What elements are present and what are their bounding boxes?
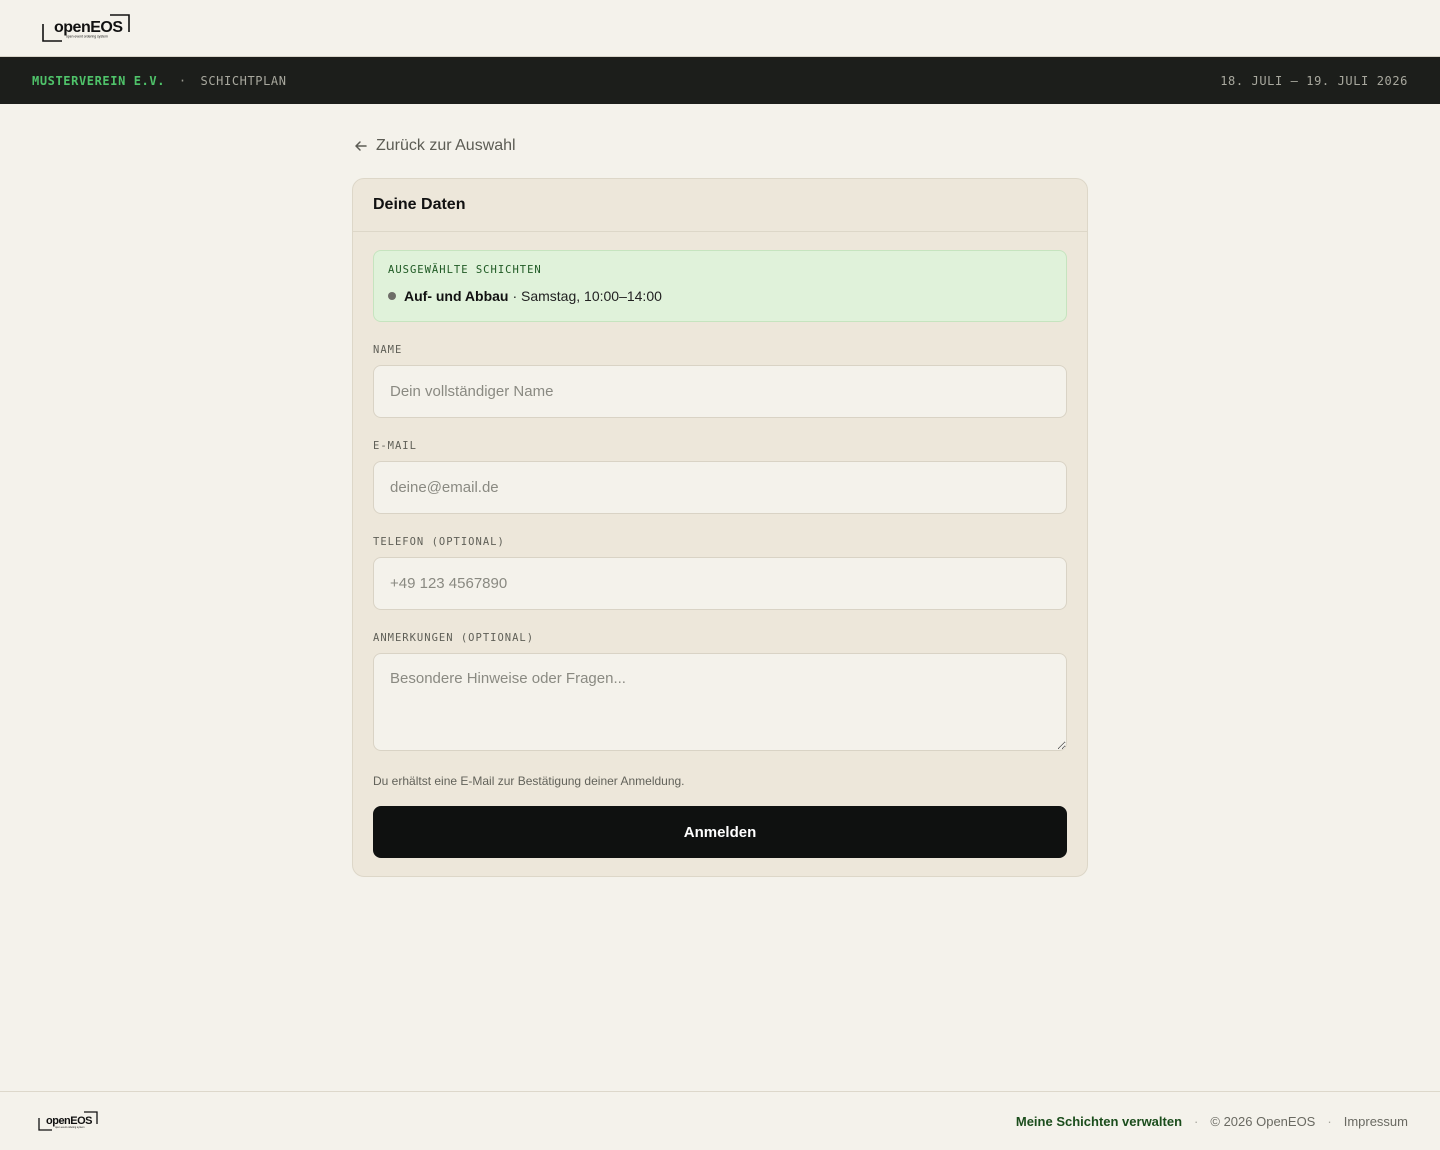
bullet-dot-icon [388,292,396,300]
main-content: Zurück zur Auswahl Deine Daten AUSGEWÄHL… [352,104,1088,877]
openeos-logo-icon: openEOS open event ordering system [42,14,130,42]
footer-separator: · [1194,1113,1199,1129]
footer-links: Meine Schichten verwalten · © 2026 OpenE… [1016,1114,1408,1129]
phone-field-group: TELEFON (OPTIONAL) [373,536,1067,610]
logo[interactable]: openEOS open event ordering system [42,14,130,42]
email-input[interactable] [373,461,1067,514]
manage-shifts-link[interactable]: Meine Schichten verwalten [1016,1114,1182,1129]
name-input[interactable] [373,365,1067,418]
phone-label: TELEFON (OPTIONAL) [373,536,505,548]
event-bar: MUSTERVEREIN E.V. · SCHICHTPLAN 18. JULI… [0,57,1440,104]
signup-form-card: Deine Daten AUSGEWÄHLTE SCHICHTEN Auf- u… [352,178,1088,877]
back-link[interactable]: Zurück zur Auswahl [354,136,516,156]
shift-detail: · Samstag, 10:00–14:00 [512,288,662,304]
top-bar: openEOS open event ordering system [0,0,1440,57]
svg-text:open event ordering system: open event ordering system [66,35,108,39]
selected-shifts-label: AUSGEWÄHLTE SCHICHTEN [388,264,542,276]
org-name: MUSTERVEREIN E.V. [32,73,166,88]
svg-text:open event ordering system: open event ordering system [55,1126,85,1129]
email-field-group: E-MAIL [373,440,1067,514]
impressum-link[interactable]: Impressum [1344,1114,1408,1129]
notes-field-group: ANMERKUNGEN (OPTIONAL) [373,632,1067,756]
form-title: Deine Daten [353,179,1087,232]
footer-separator: · [1327,1113,1332,1129]
footer-logo[interactable]: openEOS open event ordering system [38,1111,98,1131]
form-body: AUSGEWÄHLTE SCHICHTEN Auf- und Abbau · S… [353,232,1087,876]
phone-input[interactable] [373,557,1067,610]
breadcrumb-separator: · [178,73,187,88]
org-breadcrumb: MUSTERVEREIN E.V. · SCHICHTPLAN [32,74,287,88]
event-date-range: 18. JULI – 19. JULI 2026 [1220,73,1408,88]
name-label: NAME [373,344,403,356]
name-field-group: NAME [373,344,1067,418]
copyright: © 2026 OpenEOS [1210,1113,1316,1129]
openeos-logo-small-icon: openEOS open event ordering system [38,1111,98,1131]
submit-button[interactable]: Anmelden [373,806,1067,858]
notes-textarea[interactable] [373,653,1067,751]
selected-shift-item: Auf- und Abbau · Samstag, 10:00–14:00 [388,288,1052,304]
footer: openEOS open event ordering system Meine… [0,1091,1440,1150]
section-name: SCHICHTPLAN [200,73,287,88]
selected-shifts-box: AUSGEWÄHLTE SCHICHTEN Auf- und Abbau · S… [373,250,1067,322]
arrow-left-icon [355,141,367,151]
email-label: E-MAIL [373,440,417,452]
notes-label: ANMERKUNGEN (OPTIONAL) [373,632,535,644]
confirmation-hint: Du erhältst eine E-Mail zur Bestätigung … [373,774,685,788]
shift-name: Auf- und Abbau [404,288,509,304]
svg-text:openEOS: openEOS [54,19,123,36]
back-link-label: Zurück zur Auswahl [376,137,516,154]
